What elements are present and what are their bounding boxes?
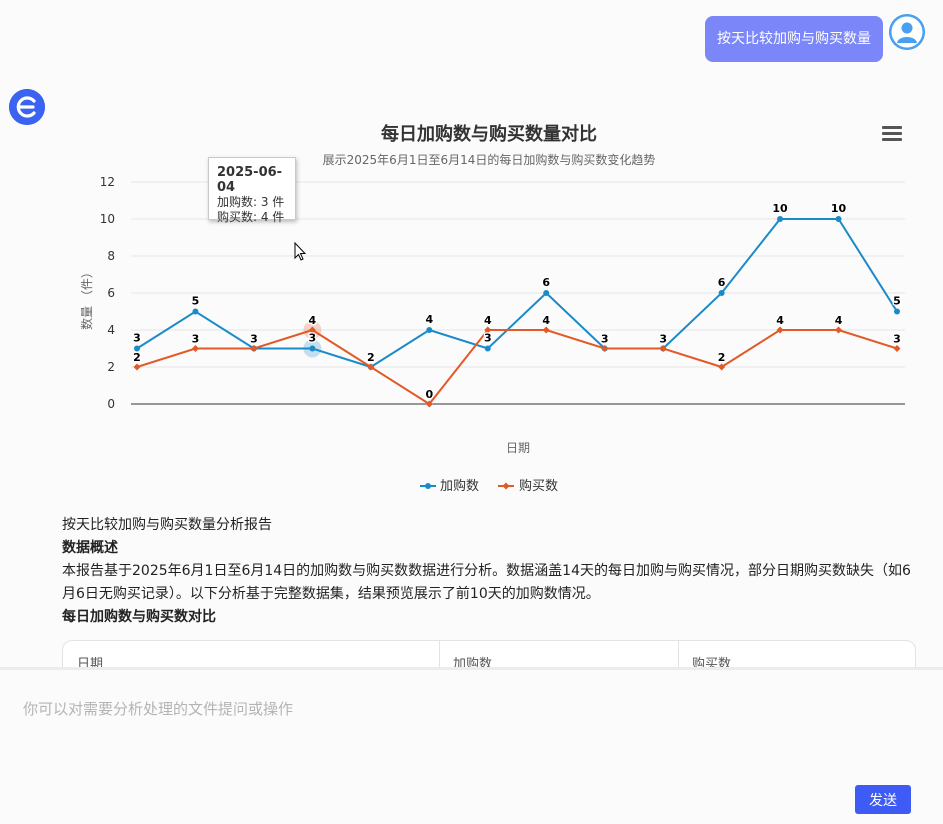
data-label-purchase: 3 xyxy=(659,333,667,346)
data-label-purchase: 4 xyxy=(542,314,550,327)
data-point-addcart xyxy=(543,290,550,296)
data-labels: 353 324363 3610 10523 34204 43 324 43 xyxy=(132,201,902,403)
data-label-purchase: 2 xyxy=(718,351,726,364)
chat-input-placeholder[interactable]: 你可以对需要分析处理的文件提问或操作 xyxy=(23,698,293,719)
data-label-purchase: 2 xyxy=(133,351,141,364)
data-point-purchase xyxy=(893,345,901,352)
chat-input-area[interactable]: 你可以对需要分析处理的文件提问或操作 发送 xyxy=(0,667,943,824)
data-label-purchase: 3 xyxy=(250,333,258,346)
data-label-addcart: 6 xyxy=(542,276,550,289)
data-label-addcart: 5 xyxy=(192,295,200,308)
data-label-addcart: 4 xyxy=(425,313,433,326)
data-label-addcart: 3 xyxy=(484,332,492,345)
data-point-addcart xyxy=(718,290,725,296)
y-tick-label: 0 xyxy=(107,397,115,411)
legend-marker-addcart xyxy=(425,483,431,489)
x-axis-label: 日期 xyxy=(506,441,530,455)
data-label-purchase: 4 xyxy=(776,314,784,327)
data-label-addcart: 6 xyxy=(718,276,726,289)
data-point-purchase xyxy=(191,345,199,352)
legend-marker-purchase xyxy=(502,482,510,490)
tooltip-line-addcart: 加购数: 3 件 xyxy=(217,195,285,209)
data-point-purchase xyxy=(133,363,141,371)
data-label-addcart: 3 xyxy=(133,332,141,345)
chart-subtitle: 展示2025年6月1日至6月14日的每日加购数与购买数变化趋势 xyxy=(323,152,656,167)
data-point-purchase xyxy=(835,326,843,334)
legend-label-purchase[interactable]: 购买数 xyxy=(519,478,558,494)
data-point-addcart xyxy=(484,345,491,352)
report-section-heading: 数据概述 xyxy=(62,540,118,556)
data-point-addcart xyxy=(894,308,900,315)
data-label-purchase: 4 xyxy=(484,314,492,327)
y-axis-label: 数量 （件） xyxy=(79,266,94,330)
data-label-purchase: 2 xyxy=(367,351,375,364)
data-label-addcart: 3 xyxy=(309,332,317,345)
y-axis-ticks: 0 2 4 6 8 10 12 xyxy=(100,175,115,411)
data-point-addcart xyxy=(192,308,199,315)
report-title: 按天比较加购与购买数量分析报告 xyxy=(62,517,272,533)
report-paragraph: 本报告基于2025年6月1日至6月14日的加购数与购买数数据进行分析。数据涵盖1… xyxy=(62,563,911,602)
y-tick-label: 10 xyxy=(100,212,115,226)
tooltip-date: 2025-06-04 xyxy=(217,165,283,195)
data-label-purchase: 3 xyxy=(893,333,901,346)
chart-legend[interactable]: 加购数 购买数 xyxy=(420,478,558,494)
tooltip-line-purchase: 购买数: 4 件 xyxy=(217,210,285,224)
data-label-addcart: 5 xyxy=(893,295,901,308)
data-label-purchase: 3 xyxy=(192,333,200,346)
y-tick-label: 12 xyxy=(100,175,115,189)
y-tick-label: 6 xyxy=(107,286,115,300)
data-point-addcart xyxy=(309,345,316,352)
data-point-addcart xyxy=(777,216,784,222)
data-label-purchase: 4 xyxy=(835,314,843,327)
analysis-report: 按天比较加购与购买数量分析报告 数据概述 本报告基于2025年6月1日至6月14… xyxy=(62,514,922,629)
data-label-purchase: 3 xyxy=(601,333,609,346)
chart-tooltip: 2025-06-04 加购数: 3 件 购买数: 4 件 xyxy=(208,157,296,224)
y-tick-label: 4 xyxy=(107,323,115,337)
data-point-addcart xyxy=(426,327,433,333)
y-tick-label: 8 xyxy=(107,249,115,263)
data-label-addcart: 10 xyxy=(831,202,847,215)
data-label-addcart: 10 xyxy=(772,202,788,215)
data-label-purchase: 0 xyxy=(425,388,433,401)
legend-label-addcart[interactable]: 加购数 xyxy=(440,478,479,494)
data-label-purchase: 4 xyxy=(309,314,317,327)
y-tick-label: 2 xyxy=(107,360,115,374)
report-section-heading: 每日加购数与购买数对比 xyxy=(62,609,216,625)
hamburger-menu-icon[interactable] xyxy=(882,126,902,144)
mouse-pointer-icon xyxy=(294,241,307,261)
send-button[interactable]: 发送 xyxy=(855,785,911,814)
data-point-purchase xyxy=(542,326,550,334)
line-chart: 每日加购数与购买数量对比 展示2025年6月1日至6月14日的每日加购数与购买数… xyxy=(79,123,905,494)
data-point-addcart xyxy=(835,216,842,222)
chart-title: 每日加购数与购买数量对比 xyxy=(381,123,597,145)
chart-series xyxy=(133,216,901,408)
